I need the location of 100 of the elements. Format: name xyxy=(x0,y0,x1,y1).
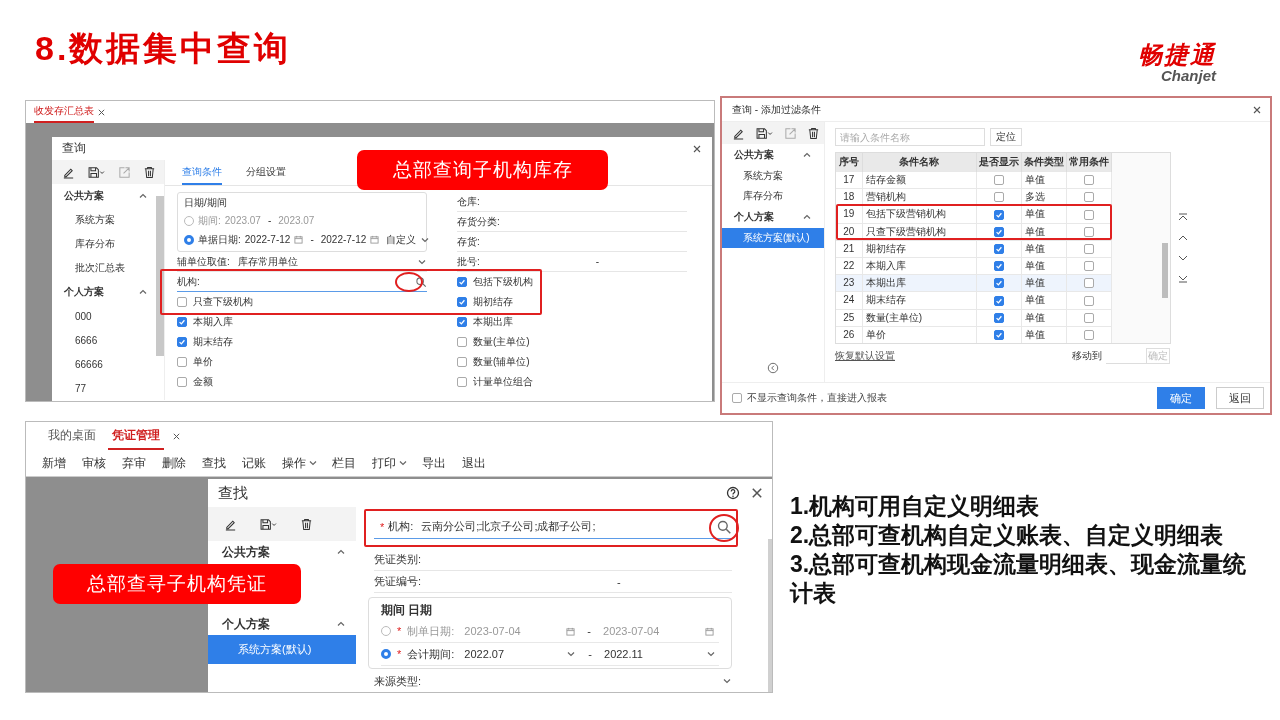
toolbar-button[interactable]: 删除 xyxy=(162,454,186,472)
checkbox[interactable] xyxy=(177,337,187,347)
search-icon[interactable] xyxy=(716,518,732,535)
checkbox[interactable] xyxy=(1083,226,1094,237)
table-row[interactable]: 17 结存金额 单值 xyxy=(836,171,1111,189)
scrollbar[interactable] xyxy=(156,196,164,356)
checkbox[interactable] xyxy=(993,226,1004,237)
scheme-item[interactable]: 库存分布 xyxy=(722,186,824,206)
caret-icon[interactable] xyxy=(722,676,732,686)
checkbox[interactable] xyxy=(993,295,1004,306)
caret-icon[interactable] xyxy=(308,458,318,468)
checkbox[interactable] xyxy=(993,209,1004,220)
search-icon[interactable] xyxy=(415,275,427,288)
save-icon[interactable] xyxy=(87,165,106,179)
caret-icon[interactable] xyxy=(566,649,577,659)
close-icon[interactable] xyxy=(172,431,181,441)
checkbox[interactable] xyxy=(177,317,187,327)
table-row[interactable]: 25 数量(主单位) 单值 xyxy=(836,309,1111,327)
chevron-up-icon[interactable] xyxy=(802,212,812,222)
chevron-up-icon[interactable] xyxy=(336,619,346,629)
help-icon[interactable] xyxy=(726,486,740,500)
checkbox[interactable] xyxy=(1083,278,1094,289)
save-icon[interactable] xyxy=(259,517,278,531)
checkbox[interactable] xyxy=(457,317,467,327)
chevron-up-icon[interactable] xyxy=(138,287,148,297)
date-value[interactable]: 2022-7-12 xyxy=(244,234,291,245)
scheme-item[interactable]: 系统方案(默认) xyxy=(208,635,356,664)
close-icon[interactable] xyxy=(750,486,764,500)
date-value[interactable]: 2022.11 xyxy=(604,648,700,660)
toolbar-button[interactable]: 查找 xyxy=(202,454,226,472)
checkbox[interactable] xyxy=(993,278,1004,289)
checkbox[interactable] xyxy=(457,377,467,387)
trash-icon[interactable] xyxy=(807,126,820,140)
toolbar-button[interactable]: 新增 xyxy=(42,454,66,472)
scheme-item[interactable]: 系统方案 xyxy=(52,208,164,232)
checkbox[interactable] xyxy=(1083,192,1094,203)
close-icon[interactable] xyxy=(1252,104,1262,115)
date-value[interactable]: 2022-7-12 xyxy=(320,234,367,245)
scheme-item[interactable]: 系统方案(默认) xyxy=(722,228,824,248)
checkbox[interactable] xyxy=(177,297,187,307)
checkbox[interactable] xyxy=(457,337,467,347)
calendar-icon[interactable] xyxy=(294,235,304,244)
export-icon[interactable] xyxy=(118,165,131,179)
save-icon[interactable] xyxy=(755,126,774,140)
toolbar-button[interactable]: 操作 xyxy=(282,454,306,472)
org-field[interactable]: * 机构: 云南分公司;北京子公司;成都子公司; xyxy=(374,515,732,539)
checkbox[interactable] xyxy=(993,244,1004,254)
date-value[interactable]: 2022.07 xyxy=(464,648,561,660)
select-value[interactable]: 库存常用单位 xyxy=(237,254,298,269)
checkbox[interactable] xyxy=(1083,244,1094,254)
org-field[interactable]: 机构: xyxy=(177,272,427,292)
close-icon[interactable] xyxy=(97,107,106,117)
toolbar-button[interactable]: 退出 xyxy=(462,454,486,472)
table-row[interactable]: 24 期末结存 单值 xyxy=(836,291,1111,309)
chevron-up-icon[interactable] xyxy=(138,191,148,201)
checkbox[interactable] xyxy=(993,192,1004,203)
table-row[interactable]: 20 只查下级营销机构 单值 xyxy=(836,223,1111,241)
toolbar-button[interactable]: 记账 xyxy=(242,454,266,472)
range-select[interactable]: 自定义 xyxy=(386,232,417,247)
scheme-item[interactable]: 批次汇总表 xyxy=(52,256,164,280)
checkbox[interactable] xyxy=(993,175,1004,186)
caret-icon[interactable] xyxy=(398,458,408,468)
toolbar-button[interactable]: 弃审 xyxy=(122,454,146,472)
radio-button[interactable] xyxy=(381,649,391,659)
checkbox[interactable] xyxy=(1083,330,1094,340)
scrollbar[interactable] xyxy=(1111,153,1170,343)
toolbar-button[interactable]: 栏目 xyxy=(332,454,356,472)
checkbox[interactable] xyxy=(993,312,1004,323)
trash-icon[interactable] xyxy=(143,165,156,179)
calendar-icon[interactable] xyxy=(370,235,380,244)
back-button[interactable]: 返回 xyxy=(1216,387,1264,409)
scheme-item[interactable]: 6666 xyxy=(52,328,164,352)
checkbox[interactable] xyxy=(732,393,742,403)
checkbox[interactable] xyxy=(1083,295,1094,306)
scheme-item[interactable]: 77 xyxy=(52,376,164,400)
checkbox[interactable] xyxy=(457,297,467,307)
toolbar-button[interactable]: 打印 xyxy=(372,454,396,472)
table-row[interactable]: 21 期初结存 单值 xyxy=(836,240,1111,258)
scheme-item[interactable]: 66666 xyxy=(52,352,164,376)
toolbar-button[interactable]: 审核 xyxy=(82,454,106,472)
restore-link[interactable]: 恢复默认设置 xyxy=(835,349,895,363)
caret-icon[interactable] xyxy=(706,649,716,659)
scheme-item[interactable]: 库存分布 xyxy=(52,232,164,256)
checkbox[interactable] xyxy=(177,357,187,367)
trash-icon[interactable] xyxy=(300,517,313,531)
close-icon[interactable] xyxy=(692,143,702,154)
collapse-icon[interactable] xyxy=(767,362,779,374)
ok-button[interactable]: 确定 xyxy=(1157,387,1205,409)
checkbox[interactable] xyxy=(457,277,467,287)
radio-button[interactable] xyxy=(184,234,194,245)
checkbox[interactable] xyxy=(457,357,467,367)
tab[interactable]: 查询条件 xyxy=(182,160,222,185)
table-row[interactable]: 19 包括下级营销机构 单值 xyxy=(836,205,1111,224)
chevron-up-icon[interactable] xyxy=(336,547,346,557)
table-row[interactable]: 18 营销机构 多选 xyxy=(836,188,1111,206)
tab[interactable]: 凭证管理 xyxy=(108,422,164,450)
scheme-item[interactable]: 000 xyxy=(52,304,164,328)
search-field[interactable]: 请输入条件名称 xyxy=(835,128,985,146)
calendar-icon[interactable] xyxy=(566,626,576,636)
checkbox[interactable] xyxy=(993,261,1004,272)
